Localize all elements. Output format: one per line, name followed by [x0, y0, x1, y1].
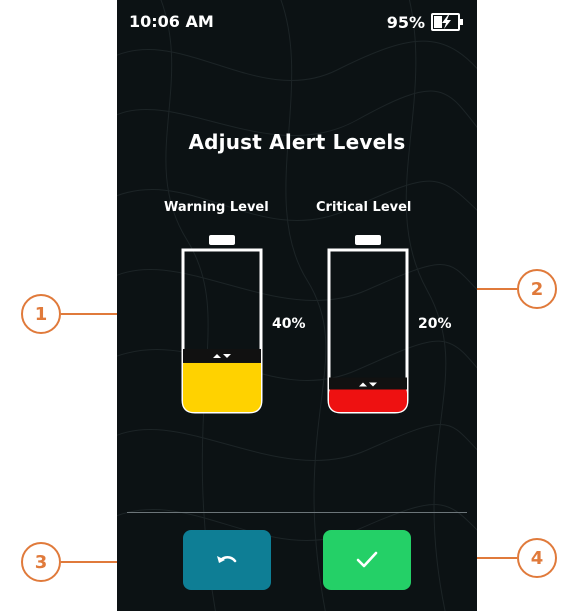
- confirm-button[interactable]: [323, 530, 411, 590]
- warning-level-label: Warning Level: [164, 200, 269, 215]
- battery-percent: 95%: [386, 12, 425, 32]
- checkmark-icon: [356, 551, 378, 568]
- critical-level-battery[interactable]: [323, 234, 413, 416]
- device-screen: 10:06 AM 95% Adjust Alert Levels Warning…: [117, 0, 477, 611]
- callout-2: 2: [517, 269, 557, 309]
- critical-level-handle[interactable]: [329, 377, 407, 390]
- divider: [127, 512, 467, 513]
- critical-level-value: 20%: [418, 316, 452, 332]
- figure: 1 2 3 4 10:06 AM 95% Adjust Alert Levels…: [0, 0, 572, 611]
- callout-4: 4: [517, 538, 557, 578]
- warning-level-fill: [183, 354, 261, 412]
- battery-charging-icon: [431, 13, 463, 31]
- topographic-background: [117, 0, 477, 611]
- undo-button[interactable]: [183, 530, 271, 590]
- undo-icon: [217, 555, 237, 563]
- battery-cap: [355, 235, 381, 245]
- status-time: 10:06 AM: [129, 12, 214, 31]
- page-title: Adjust Alert Levels: [188, 130, 406, 154]
- battery-cap: [209, 235, 235, 245]
- warning-level-value: 40%: [272, 316, 306, 332]
- warning-level-battery[interactable]: [177, 234, 267, 416]
- status-bar: 10:06 AM 95%: [129, 12, 465, 36]
- warning-level-handle[interactable]: [183, 348, 261, 363]
- status-battery: 95%: [387, 12, 465, 32]
- callout-3: 3: [21, 542, 61, 582]
- callout-1: 1: [21, 294, 61, 334]
- critical-level-label: Critical Level: [316, 200, 412, 215]
